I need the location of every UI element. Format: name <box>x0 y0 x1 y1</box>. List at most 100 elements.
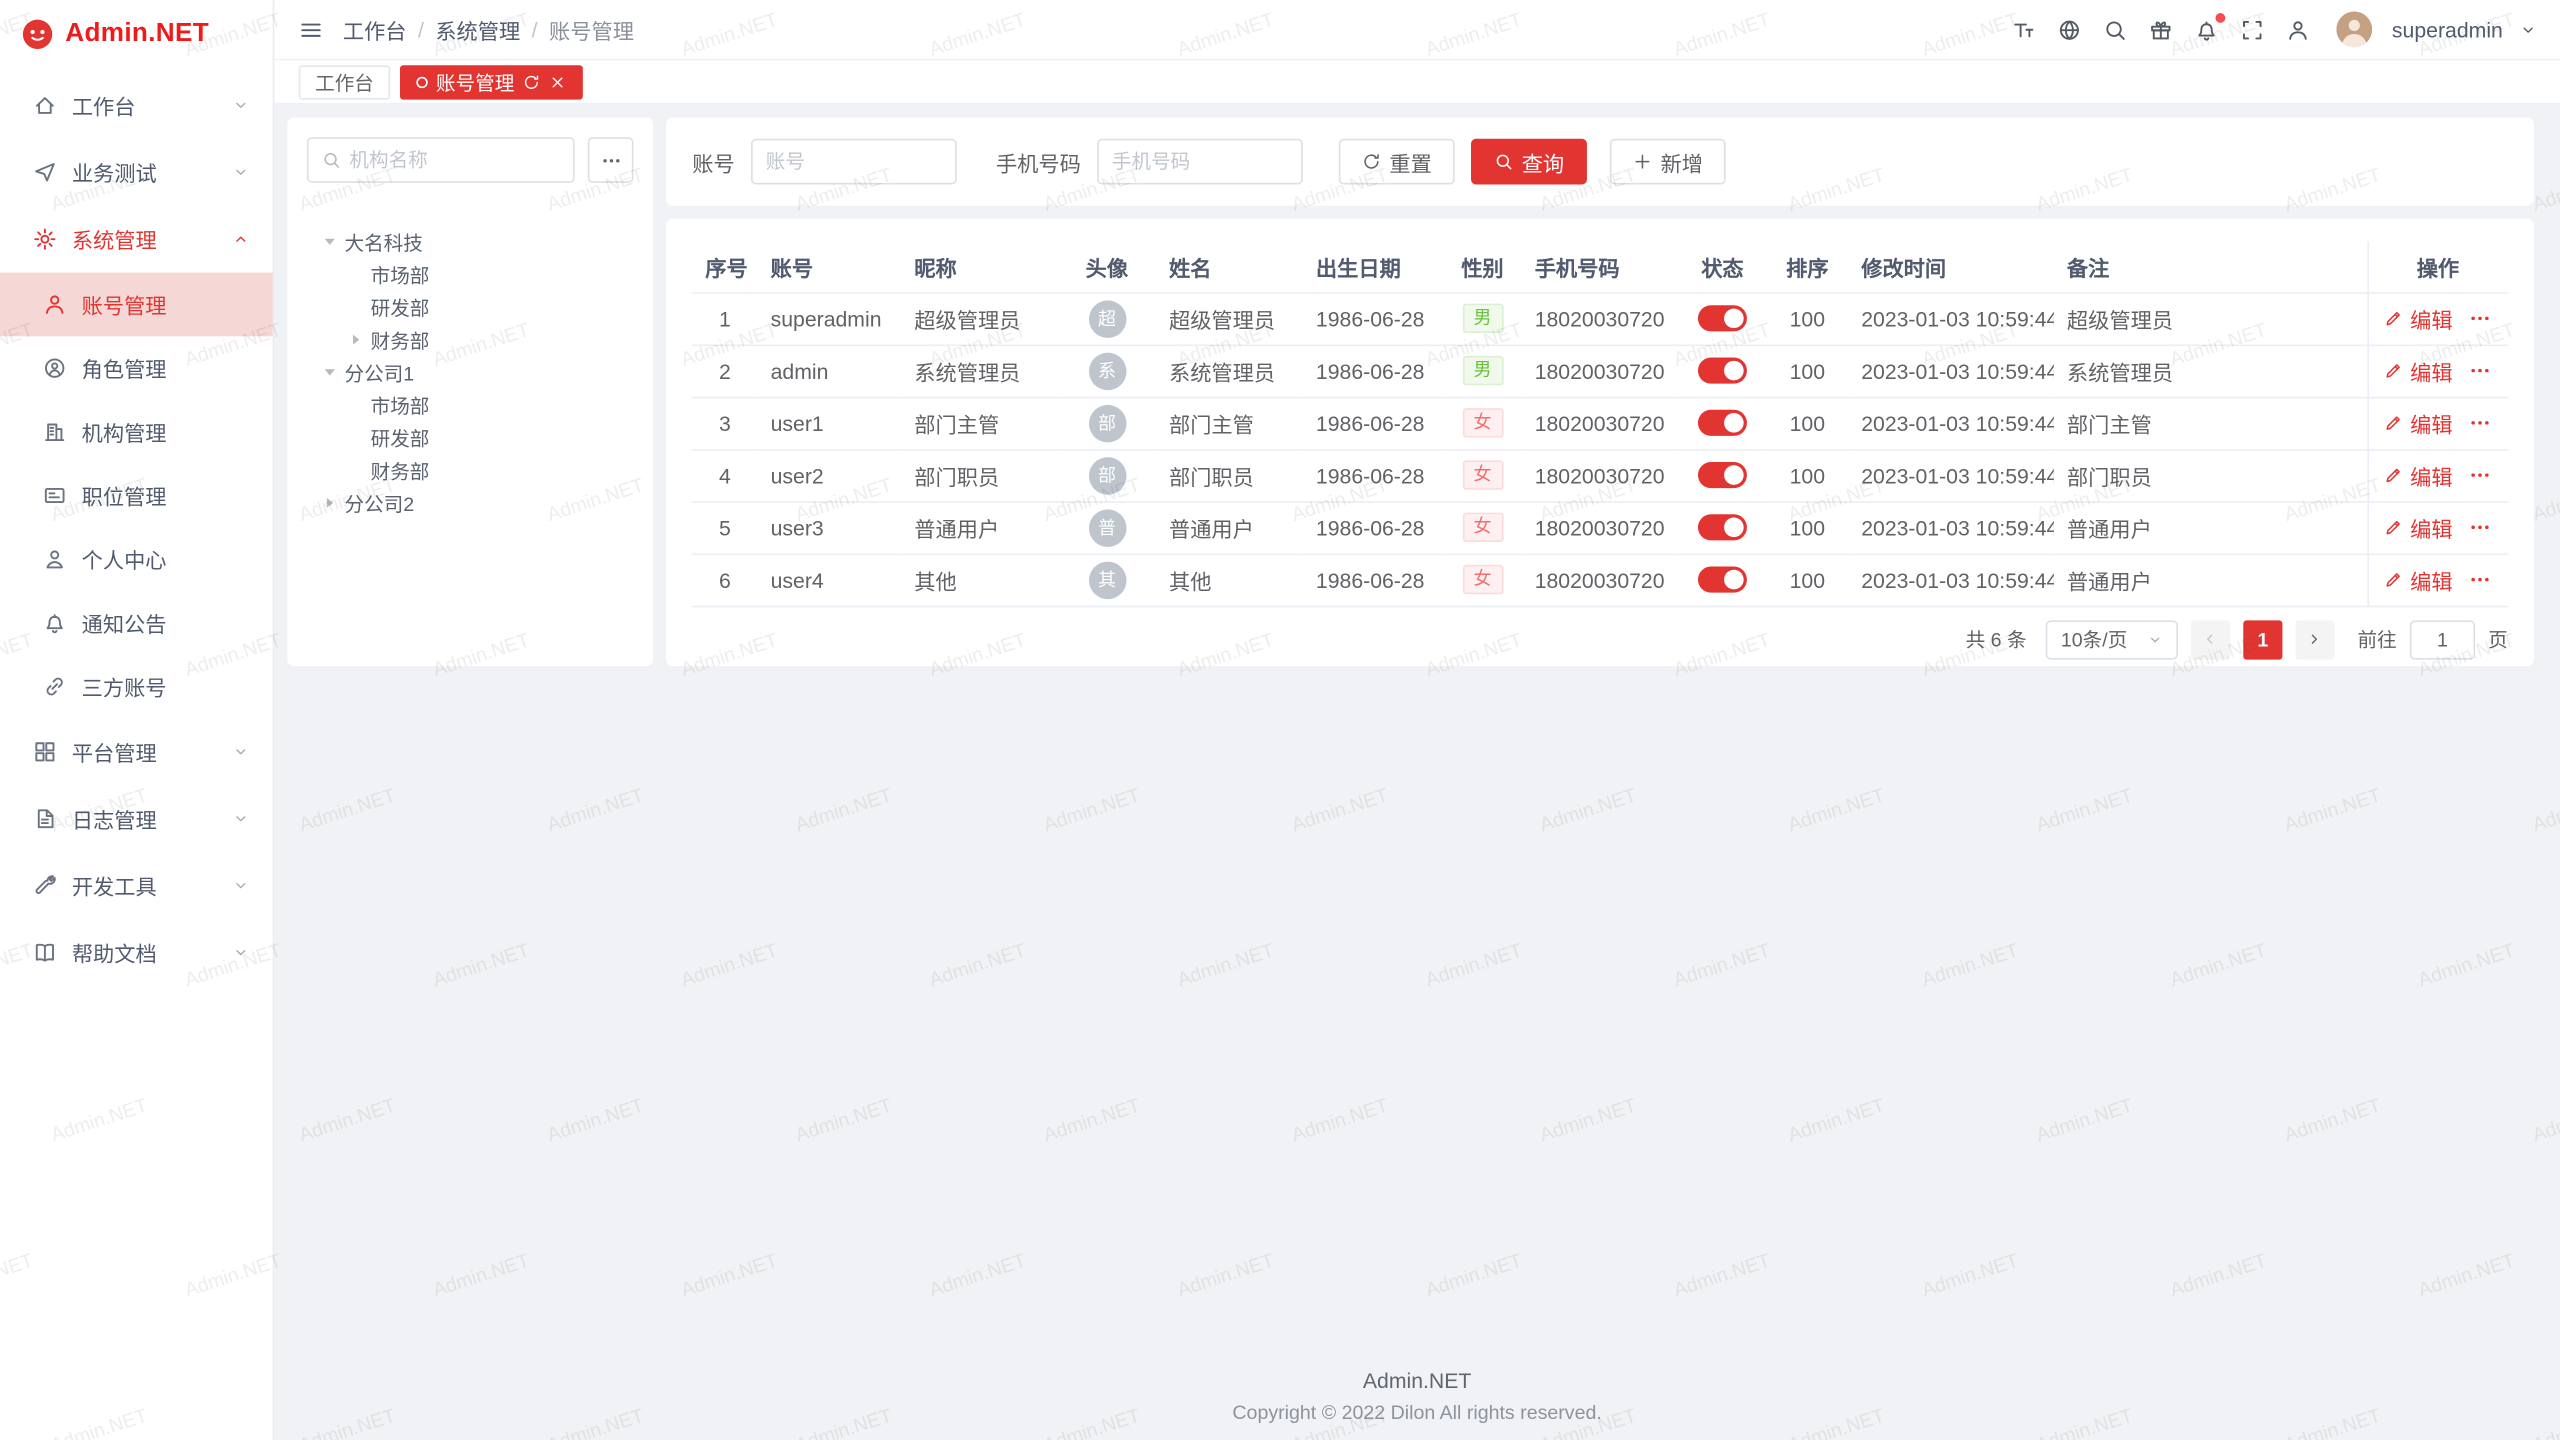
status-toggle[interactable] <box>1698 515 1747 541</box>
row-avatar: 其 <box>1088 561 1126 599</box>
tree-node-label: 大名科技 <box>344 228 422 256</box>
reset-label: 重置 <box>1389 146 1431 177</box>
goto-label: 前往 <box>2357 625 2396 653</box>
edit-button[interactable]: 编辑 <box>2384 355 2453 386</box>
bell-icon[interactable] <box>2194 17 2218 41</box>
edit-button[interactable]: 编辑 <box>2384 407 2453 438</box>
add-button[interactable]: 新增 <box>1610 139 1726 185</box>
user-avatar[interactable] <box>2336 11 2372 47</box>
gear-icon <box>33 227 57 251</box>
status-toggle[interactable] <box>1698 410 1747 436</box>
sidebar-subitem-bell[interactable]: 通知公告 <box>0 591 273 655</box>
edit-label: 编辑 <box>2410 355 2452 386</box>
tree-node[interactable]: 分公司2 <box>307 487 634 520</box>
breadcrumb-item[interactable]: 工作台 <box>343 14 407 45</box>
tree-node[interactable]: 分公司1 <box>307 356 634 389</box>
tree-caret-expanded-icon[interactable] <box>320 362 340 382</box>
edit-button[interactable]: 编辑 <box>2384 303 2453 334</box>
sidebar-item-test[interactable]: 业务测试 <box>0 139 273 206</box>
sidebar-item-home[interactable]: 工作台 <box>0 72 273 139</box>
table-row: 1superadmin超级管理员超超级管理员1986-06-28男1802003… <box>692 292 2508 344</box>
edit-button[interactable]: 编辑 <box>2384 564 2453 595</box>
person-icon[interactable] <box>2286 17 2310 41</box>
tree-node[interactable]: 财务部 <box>307 454 634 487</box>
sidebar-item-log[interactable]: 日志管理 <box>0 785 273 852</box>
page-size-value: 10条/页 <box>2061 625 2127 653</box>
sidebar-subitem-label: 个人中心 <box>82 544 167 575</box>
globe-icon[interactable] <box>2057 17 2081 41</box>
tree-node[interactable]: 财务部 <box>307 323 634 356</box>
goto-page-input[interactable] <box>2410 620 2475 659</box>
sidebar-item-tools[interactable]: 开发工具 <box>0 852 273 919</box>
main-column: 工作台/系统管理/账号管理 superadmin 工作台账号管理 <box>274 0 2560 1440</box>
sidebar-item-grid[interactable]: 平台管理 <box>0 718 273 785</box>
chevron-left-icon <box>2202 630 2220 648</box>
tree-caret-collapsed-icon[interactable] <box>346 330 366 350</box>
tab-active-item[interactable]: 账号管理 <box>400 64 583 98</box>
tree-node[interactable]: 研发部 <box>307 421 634 454</box>
status-toggle[interactable] <box>1698 462 1747 488</box>
refresh-icon <box>1362 152 1382 172</box>
sidebar: Admin.NET 工作台业务测试系统管理账号管理角色管理机构管理职位管理个人中… <box>0 0 274 1440</box>
org-search-input[interactable] <box>349 149 560 172</box>
grid-icon <box>33 740 57 764</box>
text-size-icon[interactable] <box>2012 17 2036 41</box>
tree-node[interactable]: 市场部 <box>307 258 634 291</box>
tab-item[interactable]: 工作台 <box>299 64 390 98</box>
reset-button[interactable]: 重置 <box>1339 139 1455 185</box>
tab-label: 工作台 <box>315 68 374 96</box>
app-logo[interactable]: Admin.NET <box>0 0 273 69</box>
gift-icon[interactable] <box>2149 17 2173 41</box>
row-more-icon[interactable] <box>2469 464 2492 487</box>
breadcrumb-item[interactable]: 系统管理 <box>435 14 520 45</box>
tree-node[interactable]: 研发部 <box>307 291 634 324</box>
org-more-button[interactable] <box>588 137 634 183</box>
sidebar-item-book[interactable]: 帮助文档 <box>0 919 273 986</box>
prev-page-button[interactable] <box>2191 620 2230 659</box>
page-size-select[interactable]: 10条/页 <box>2046 620 2178 659</box>
edit-button[interactable]: 编辑 <box>2384 460 2453 491</box>
main-panel: 账号 手机号码 重置 查询 <box>666 118 2534 667</box>
username[interactable]: superadmin <box>2392 17 2503 41</box>
account-label: 账号 <box>692 146 734 177</box>
sidebar-item-gear[interactable]: 系统管理 <box>0 206 273 273</box>
page-number-current[interactable]: 1 <box>2243 620 2282 659</box>
fullscreen-icon[interactable] <box>2240 17 2264 41</box>
menu-collapse-icon[interactable] <box>299 17 323 41</box>
tree-caret-collapsed-icon[interactable] <box>320 493 340 513</box>
sidebar-subitem-org[interactable]: 机构管理 <box>0 400 273 464</box>
sidebar-subitem-role[interactable]: 角色管理 <box>0 336 273 400</box>
row-more-icon[interactable] <box>2469 568 2492 591</box>
column-header: 序号 <box>692 242 757 293</box>
edit-button[interactable]: 编辑 <box>2384 512 2453 543</box>
search-button[interactable]: 查询 <box>1471 139 1587 185</box>
tree-node[interactable]: 大名科技 <box>307 225 634 258</box>
accounts-table: 序号账号昵称头像姓名出生日期性别手机号码状态排序修改时间备注操作 1supera… <box>692 242 2508 607</box>
tree-node-label: 研发部 <box>371 293 430 321</box>
tree-caret-expanded-icon[interactable] <box>320 232 340 252</box>
tab-refresh-icon[interactable] <box>522 73 540 91</box>
tab-close-icon[interactable] <box>549 73 567 91</box>
chev-down-icon <box>232 743 250 761</box>
next-page-button[interactable] <box>2295 620 2334 659</box>
sidebar-subitem-share[interactable]: 三方账号 <box>0 655 273 719</box>
toggle-knob <box>1724 414 1744 434</box>
tree-caret-none-icon <box>346 460 366 480</box>
row-more-icon[interactable] <box>2469 359 2492 382</box>
status-toggle[interactable] <box>1698 358 1747 384</box>
sidebar-subitem-user[interactable]: 账号管理 <box>0 273 273 337</box>
row-more-icon[interactable] <box>2469 307 2492 330</box>
search-icon[interactable] <box>2103 17 2127 41</box>
tree-node-label: 分公司1 <box>344 358 414 386</box>
sidebar-subitem-profile[interactable]: 个人中心 <box>0 527 273 591</box>
account-input[interactable] <box>766 150 942 173</box>
status-toggle[interactable] <box>1698 567 1747 593</box>
status-toggle[interactable] <box>1698 306 1747 332</box>
tree-node[interactable]: 市场部 <box>307 389 634 422</box>
user-menu-chevron-icon[interactable] <box>2519 20 2537 38</box>
edit-icon <box>2384 518 2404 538</box>
sidebar-subitem-post[interactable]: 职位管理 <box>0 464 273 528</box>
row-more-icon[interactable] <box>2469 411 2492 434</box>
row-more-icon[interactable] <box>2469 516 2492 539</box>
phone-input[interactable] <box>1112 150 1288 173</box>
